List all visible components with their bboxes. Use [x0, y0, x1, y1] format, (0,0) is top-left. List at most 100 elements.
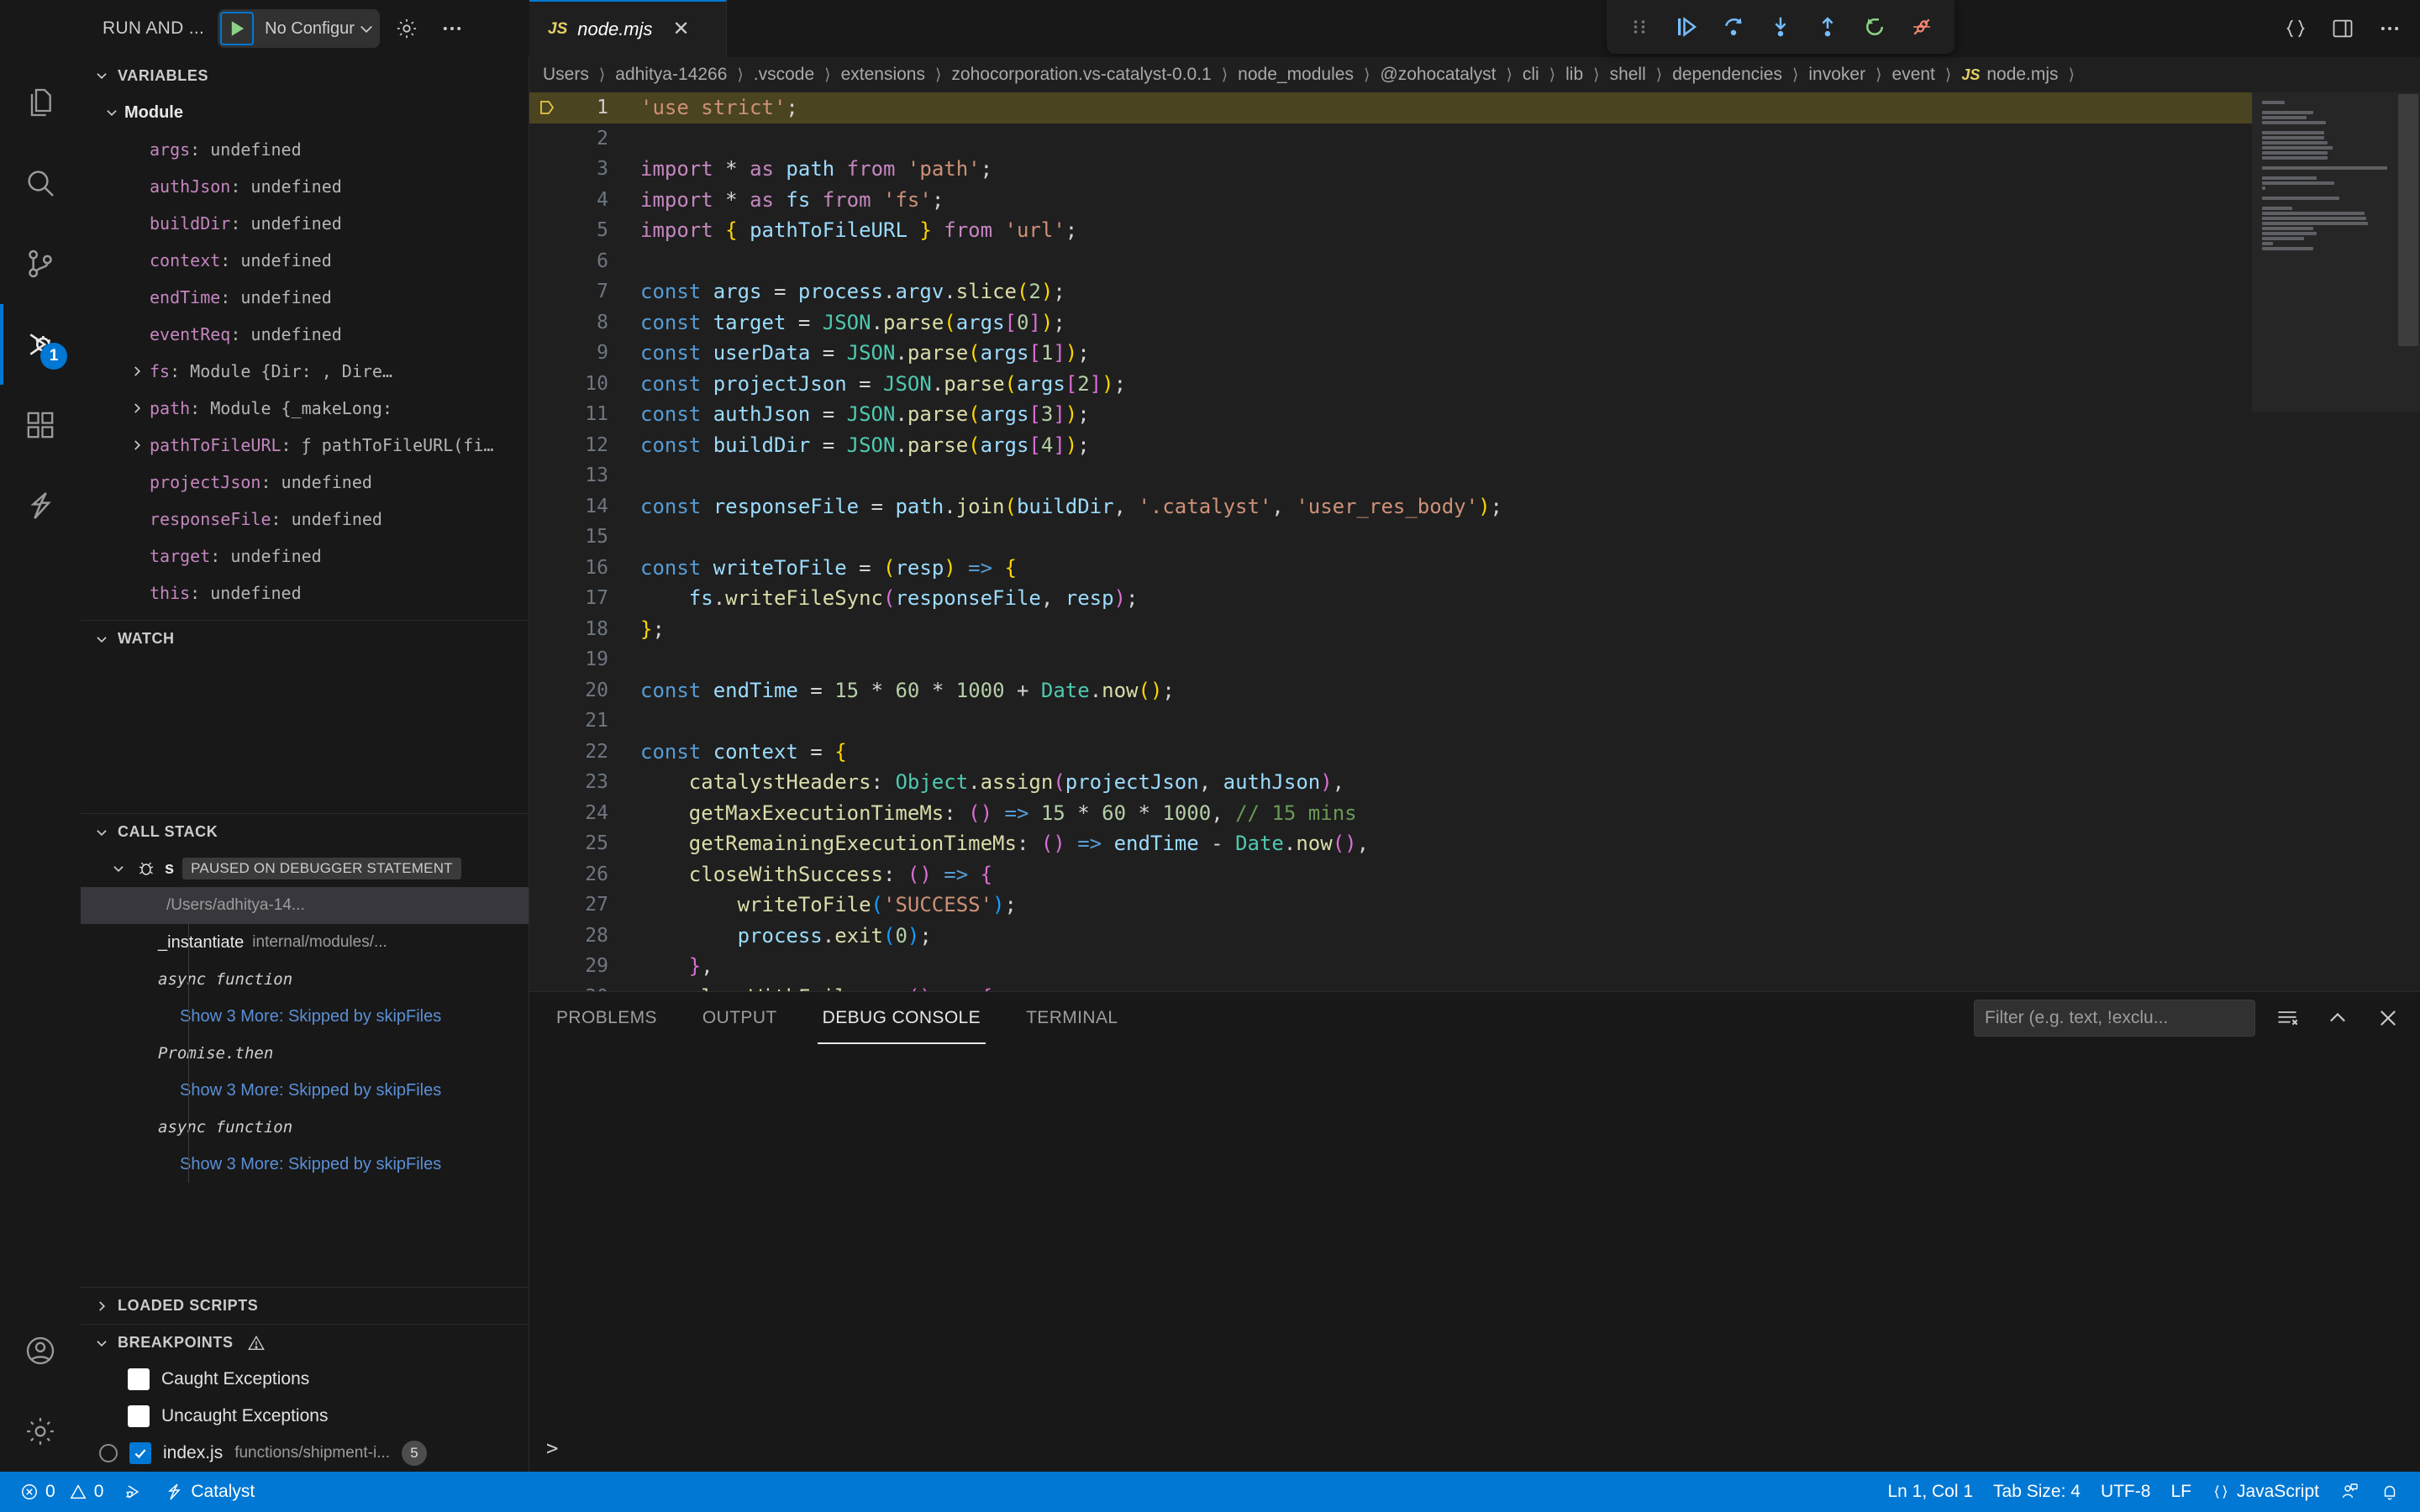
- disconnect-icon[interactable]: [1901, 6, 1943, 48]
- status-language-mode[interactable]: JavaScript: [2202, 1472, 2329, 1512]
- repl-prompt[interactable]: >: [546, 1436, 558, 1460]
- breakpoint-checkbox[interactable]: [128, 1405, 150, 1427]
- minimap[interactable]: [2252, 92, 2420, 991]
- code-line[interactable]: 4 import * as fs from 'fs';: [529, 185, 2252, 216]
- breakpoint-row[interactable]: index.js functions/shipment-i... 5: [81, 1435, 529, 1472]
- breadcrumb-item[interactable]: adhitya-14266: [613, 65, 729, 85]
- sidebar-item-source-control[interactable]: [0, 223, 81, 304]
- status-eol[interactable]: LF: [2160, 1472, 2202, 1512]
- status-encoding[interactable]: UTF-8: [2091, 1472, 2161, 1512]
- code-line[interactable]: 8 const target = JSON.parse(args[0]);: [529, 307, 2252, 339]
- variable-row[interactable]: target: undefined: [81, 538, 529, 575]
- clear-console-icon[interactable]: [2269, 1000, 2306, 1037]
- tab-node-mjs[interactable]: JS node.mjs ✕: [529, 0, 727, 57]
- continue-icon[interactable]: [1665, 6, 1707, 48]
- code-line[interactable]: 25 getRemainingExecutionTimeMs: () => en…: [529, 828, 2252, 859]
- variable-row[interactable]: endTime: undefined: [81, 279, 529, 316]
- status-notifications[interactable]: [2370, 1472, 2410, 1512]
- code-line[interactable]: 27 writeToFile('SUCCESS');: [529, 890, 2252, 921]
- grip-icon[interactable]: [1618, 6, 1660, 48]
- breadcrumb-item[interactable]: cli: [1521, 65, 1541, 85]
- show-more-link[interactable]: Show 3 More: Skipped by skipFiles: [180, 1007, 441, 1026]
- variable-row[interactable]: context: undefined: [81, 242, 529, 279]
- variable-row[interactable]: authJson: undefined: [81, 168, 529, 205]
- variables-scope-module[interactable]: Module: [81, 94, 529, 131]
- call-stack-session[interactable]: s PAUSED ON DEBUGGER STATEMENT: [81, 850, 529, 887]
- sidebar-item-run-and-debug[interactable]: 1: [0, 304, 81, 385]
- breadcrumb-item[interactable]: JS node.mjs: [1960, 65, 2060, 85]
- status-problems[interactable]: 0 0: [10, 1472, 113, 1512]
- code-line[interactable]: 16 const writeToFile = (resp) => {: [529, 553, 2252, 584]
- call-stack-tree[interactable]: s PAUSED ON DEBUGGER STATEMENT /Users/ad…: [81, 850, 529, 1287]
- section-header-watch[interactable]: WATCH: [81, 620, 529, 657]
- code-line[interactable]: 21: [529, 706, 2252, 737]
- breadcrumb-item[interactable]: invoker: [1807, 65, 1867, 85]
- panel-tab-terminal[interactable]: TERMINAL: [1007, 992, 1136, 1044]
- code-line[interactable]: 26 closeWithSuccess: () => {: [529, 859, 2252, 890]
- filter-input[interactable]: Filter (e.g. text, !exclu...: [1974, 1000, 2255, 1037]
- sidebar-item-catalyst[interactable]: [0, 465, 81, 546]
- breadcrumb-item[interactable]: @zohocatalyst: [1378, 65, 1497, 85]
- code-line[interactable]: 14 const responseFile = path.join(buildDi…: [529, 491, 2252, 522]
- variable-row[interactable]: projectJson: undefined: [81, 464, 529, 501]
- sidebar-item-search[interactable]: [0, 143, 81, 223]
- code-line[interactable]: 24 getMaxExecutionTimeMs: () => 15 * 60 …: [529, 798, 2252, 829]
- panel-tab-debug-console[interactable]: DEBUG CONSOLE: [804, 992, 999, 1044]
- breadcrumb-item[interactable]: shell: [1608, 65, 1648, 85]
- code-line[interactable]: 30 closeWithFailure: () => {: [529, 982, 2252, 991]
- breakpoint-row[interactable]: Uncaught Exceptions: [81, 1398, 529, 1435]
- code-line[interactable]: 3 import * as path from 'path';: [529, 154, 2252, 185]
- section-header-call-stack[interactable]: CALL STACK: [81, 813, 529, 850]
- status-debug-session[interactable]: [113, 1472, 154, 1512]
- section-header-loaded-scripts[interactable]: LOADED SCRIPTS: [81, 1287, 529, 1324]
- chevron-up-icon[interactable]: [2319, 1000, 2356, 1037]
- variable-row[interactable]: this: undefined: [81, 575, 529, 612]
- code-line[interactable]: 20 const endTime = 15 * 60 * 1000 + Date.…: [529, 675, 2252, 706]
- code-line[interactable]: 22 const context = {: [529, 737, 2252, 768]
- code-line[interactable]: 9 const userData = JSON.parse(args[1]);: [529, 338, 2252, 369]
- section-header-breakpoints[interactable]: BREAKPOINTS: [81, 1324, 529, 1361]
- sidebar-item-explorer[interactable]: [0, 62, 81, 143]
- panel-tab-problems[interactable]: PROBLEMS: [538, 992, 676, 1044]
- code-line[interactable]: 15: [529, 522, 2252, 553]
- variable-row[interactable]: path: Module {_makeLong:: [81, 390, 529, 427]
- code-editor[interactable]: 1'use strict'; 2 3 import * as path from 'p…: [529, 92, 2420, 991]
- code-line[interactable]: 18};: [529, 614, 2252, 645]
- variable-row[interactable]: fs: Module {Dir: , Dire…: [81, 353, 529, 390]
- debug-console-output[interactable]: >: [529, 1044, 2420, 1472]
- step-out-icon[interactable]: [1807, 6, 1849, 48]
- layout-icon[interactable]: [2321, 7, 2365, 50]
- status-catalyst[interactable]: Catalyst: [154, 1472, 265, 1512]
- call-stack-show-more[interactable]: Show 3 More: Skipped by skipFiles: [81, 1072, 529, 1109]
- sidebar-item-extensions[interactable]: [0, 385, 81, 465]
- manage-settings-button[interactable]: [0, 1391, 81, 1472]
- editor-scrollbar-thumb[interactable]: [2398, 94, 2418, 346]
- variable-row[interactable]: responseFile: undefined: [81, 501, 529, 538]
- breadcrumb[interactable]: Users ⟩ adhitya-14266 ⟩ .vscode ⟩ extensions ⟩ z…: [529, 57, 2420, 92]
- accounts-button[interactable]: [0, 1310, 81, 1391]
- code-line[interactable]: 13: [529, 460, 2252, 491]
- variables-tree[interactable]: Module args: undefined authJson: undefine…: [81, 94, 529, 620]
- restart-icon[interactable]: [1854, 6, 1896, 48]
- step-over-icon[interactable]: [1712, 6, 1754, 48]
- variable-row[interactable]: buildDir: undefined: [81, 205, 529, 242]
- code-line[interactable]: 6: [529, 246, 2252, 277]
- more-actions-icon[interactable]: [2368, 7, 2412, 50]
- breakpoint-checkbox[interactable]: [128, 1368, 150, 1390]
- call-stack-frame[interactable]: async function: [81, 961, 529, 998]
- code-line[interactable]: 5 import { pathToFileURL } from 'url';: [529, 215, 2252, 246]
- panel-tab-output[interactable]: OUTPUT: [684, 992, 796, 1044]
- breadcrumb-item[interactable]: zohocorporation.vs-catalyst-0.0.1: [950, 65, 1213, 85]
- start-debugging-button[interactable]: [220, 12, 255, 45]
- call-stack-frame[interactable]: async function: [81, 1109, 529, 1146]
- breakpoint-gutter[interactable]: [529, 97, 565, 118]
- section-header-variables[interactable]: VARIABLES: [81, 57, 529, 94]
- breadcrumb-item[interactable]: node_modules: [1236, 65, 1355, 85]
- code-line[interactable]: 23 catalystHeaders: Object.assign(projec…: [529, 767, 2252, 798]
- breadcrumb-item[interactable]: event: [1891, 65, 1937, 85]
- call-stack-frame[interactable]: _instantiate internal/modules/...: [81, 924, 529, 961]
- minimap-slider[interactable]: [2252, 92, 2420, 412]
- breakpoints-list[interactable]: Caught Exceptions Uncaught Exceptions inde…: [81, 1361, 529, 1472]
- gear-icon[interactable]: [388, 10, 425, 47]
- breakpoint-checkbox[interactable]: [129, 1442, 151, 1464]
